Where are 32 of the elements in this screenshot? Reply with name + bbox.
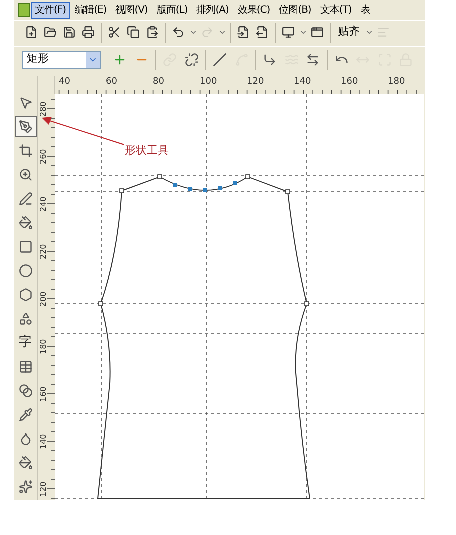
ruler-label: 160 [341,77,358,87]
ruler-label: 60 [106,77,118,87]
ruler-label: 180 [39,339,48,354]
menu-item[interactable]: 效果(C) [234,2,274,18]
shape-tool-icon[interactable] [14,116,36,137]
menu-item[interactable]: 文本(T) [316,2,356,18]
ruler-label: 120 [247,77,264,87]
menu-item[interactable]: 排列(A) [192,2,233,18]
ruler-label: 220 [39,244,48,260]
ruler-label: 260 [39,149,48,164]
object-type-dropdown[interactable]: 矩形 [22,50,102,68]
dropdown-caret-icon [86,52,100,68]
menu-item[interactable]: 位图(B) [275,2,316,18]
ruler-label: 180 [388,77,406,87]
ruler-label: 140 [294,77,312,87]
ruler-label: 160 [39,386,48,402]
text-tool[interactable]: 字 [14,332,36,353]
snap-label[interactable]: 贴齐 [334,24,364,41]
ruler-label: 200 [39,292,48,307]
ruler-label: 80 [153,77,164,87]
menu-item[interactable]: 编辑(E) [71,2,111,18]
app-icon [18,3,30,17]
ruler-label: 280 [39,102,48,117]
ruler-label: 100 [200,77,218,87]
menu-item[interactable]: 视图(V) [112,2,152,18]
ruler-label: 140 [39,434,48,450]
menu-item[interactable]: 文件(F) [31,2,70,18]
ruler-label: 240 [39,196,48,212]
menu-item[interactable]: 表 [356,2,374,18]
ruler-label: 40 [59,77,70,87]
menu-item[interactable]: 版面(L) [152,2,192,18]
ruler-label: 120 [39,482,48,497]
